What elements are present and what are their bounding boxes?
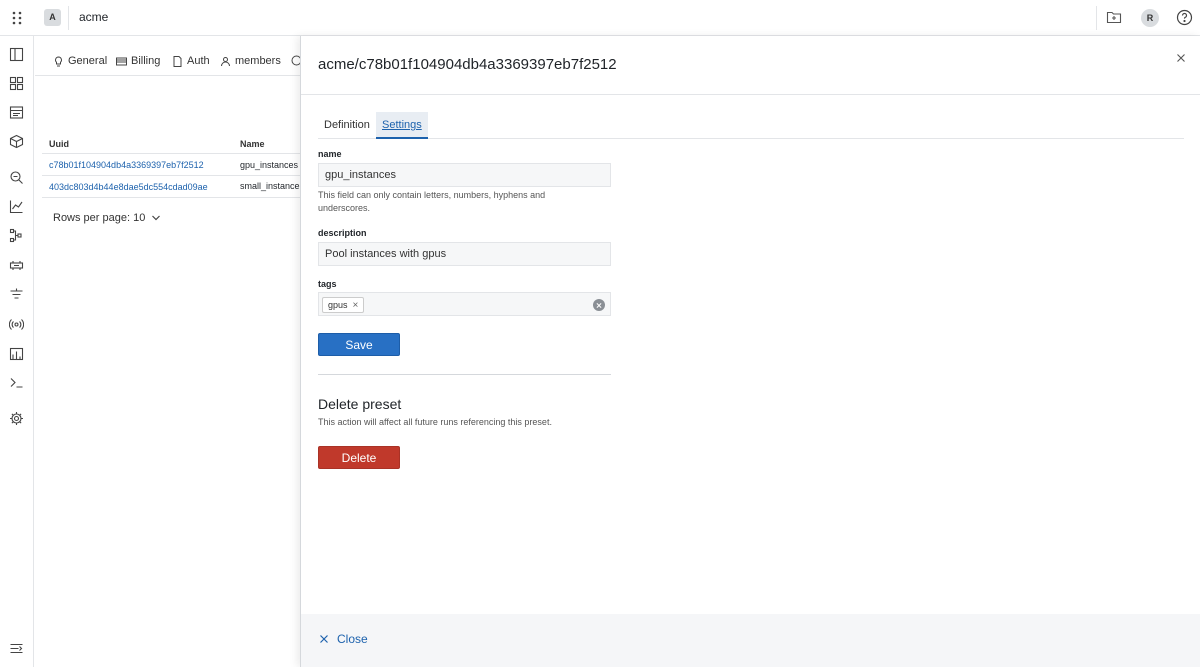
user-icon bbox=[221, 56, 230, 66]
drawer-footer: Close bbox=[301, 614, 1200, 667]
tab-label: General bbox=[68, 55, 108, 67]
rows-per-page-select[interactable]: Rows per page: 10 bbox=[53, 212, 161, 224]
clear-tags-icon[interactable] bbox=[593, 299, 605, 311]
tab-billing[interactable]: Billing bbox=[116, 55, 160, 67]
table-row-name: small_instance bbox=[240, 181, 300, 191]
dag-icon[interactable] bbox=[9, 228, 24, 243]
folder-icon[interactable] bbox=[1106, 9, 1122, 25]
terminal-icon[interactable] bbox=[9, 375, 24, 390]
divider bbox=[42, 197, 300, 198]
settings-icon[interactable] bbox=[9, 411, 24, 426]
tag-chip: gpus × bbox=[322, 297, 365, 313]
tab-general[interactable]: General bbox=[53, 55, 107, 67]
table-row-name: gpu_instances bbox=[240, 160, 299, 170]
connections-icon[interactable] bbox=[9, 317, 24, 332]
drawer-tabs: Definition Settings bbox=[318, 112, 1184, 139]
tab-members[interactable]: members bbox=[220, 55, 281, 67]
tab-definition[interactable]: Definition bbox=[318, 112, 376, 139]
close-icon bbox=[320, 635, 328, 643]
tags-input[interactable]: gpus × bbox=[318, 292, 611, 316]
tag-chip-label: gpus bbox=[328, 300, 348, 310]
org-name[interactable]: acme bbox=[79, 10, 108, 24]
org-avatar[interactable]: A bbox=[44, 9, 61, 26]
agents-icon[interactable] bbox=[9, 258, 24, 273]
analytics-icon[interactable] bbox=[9, 199, 24, 214]
bulb-icon bbox=[55, 55, 62, 66]
tab-auth[interactable]: Auth bbox=[172, 55, 210, 67]
rows-per-page-label: Rows per page: 10 bbox=[53, 212, 146, 224]
top-bar: A acme R bbox=[0, 0, 1200, 36]
tab-settings[interactable]: Settings bbox=[376, 112, 428, 139]
dashboard-icon[interactable] bbox=[9, 76, 24, 91]
table-row-uuid[interactable]: 403dc803d4b44e8dae5dc554cdad09ae bbox=[49, 182, 208, 192]
column-header-uuid[interactable]: Uuid bbox=[49, 139, 69, 149]
delete-button[interactable]: Delete bbox=[318, 446, 400, 469]
tags-label: tags bbox=[318, 279, 337, 289]
tab-label: Auth bbox=[187, 55, 210, 67]
divider bbox=[1096, 6, 1097, 30]
panel-icon[interactable] bbox=[9, 47, 24, 62]
help-icon[interactable] bbox=[1176, 9, 1193, 26]
search-icon[interactable] bbox=[9, 170, 24, 185]
table-row-uuid[interactable]: c78b01f104904db4a3369397eb7f2512 bbox=[49, 160, 204, 170]
left-rail bbox=[0, 36, 34, 667]
preset-drawer: acme/c78b01f104904db4a3369397eb7f2512 De… bbox=[300, 36, 1200, 667]
name-help-text: This field can only contain letters, num… bbox=[318, 190, 546, 213]
description-input[interactable]: Pool instances with gpus bbox=[318, 242, 611, 266]
close-label: Close bbox=[337, 632, 368, 646]
close-button[interactable]: Close bbox=[319, 632, 368, 646]
drawer-header: acme/c78b01f104904db4a3369397eb7f2512 bbox=[301, 36, 1200, 95]
app-menu-icon[interactable] bbox=[8, 9, 26, 27]
settings-tabs: General Billing Auth members bbox=[35, 36, 302, 76]
delete-section-description: This action will affect all future runs … bbox=[318, 417, 552, 427]
tab-label: Billing bbox=[131, 55, 161, 67]
runs-icon[interactable] bbox=[9, 105, 24, 120]
org-settings-page: General Billing Auth members Uuid Name c… bbox=[35, 36, 302, 667]
chart-icon[interactable] bbox=[9, 346, 24, 361]
name-label: name bbox=[318, 149, 342, 159]
chip-remove-icon[interactable]: × bbox=[353, 300, 359, 311]
column-header-name[interactable]: Name bbox=[240, 139, 265, 149]
divider bbox=[42, 153, 300, 154]
save-button[interactable]: Save bbox=[318, 333, 400, 356]
name-input[interactable]: gpu_instances bbox=[318, 163, 611, 187]
doc-icon bbox=[173, 55, 182, 67]
chevron-down-icon bbox=[152, 215, 161, 221]
divider bbox=[68, 6, 69, 30]
components-icon[interactable] bbox=[9, 134, 24, 149]
divider bbox=[318, 374, 611, 375]
card-icon bbox=[116, 57, 127, 65]
delete-section-title: Delete preset bbox=[318, 396, 402, 412]
filter-icon[interactable] bbox=[9, 287, 24, 302]
drawer-title: acme/c78b01f104904db4a3369397eb7f2512 bbox=[318, 56, 617, 73]
description-label: description bbox=[318, 228, 367, 238]
expand-icon[interactable] bbox=[9, 641, 24, 656]
tab-label: members bbox=[235, 55, 281, 67]
divider bbox=[42, 175, 300, 176]
user-avatar[interactable]: R bbox=[1141, 9, 1159, 27]
close-icon[interactable] bbox=[1175, 52, 1187, 64]
